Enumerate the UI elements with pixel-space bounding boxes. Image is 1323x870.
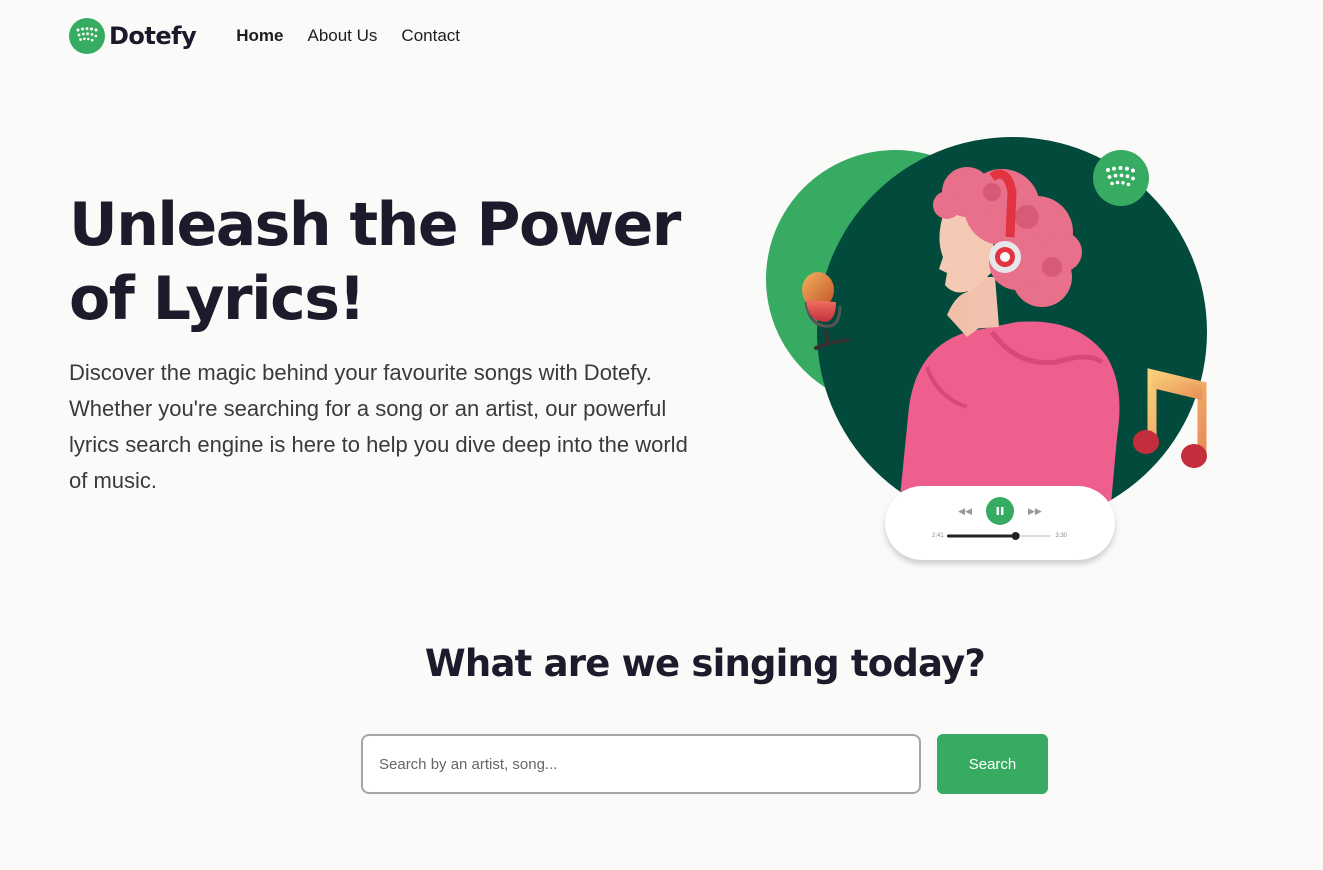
- search-button[interactable]: Search: [937, 734, 1048, 794]
- hero-description: Discover the magic behind your favourite…: [69, 360, 688, 493]
- brand-logo[interactable]: Dotefy: [69, 18, 197, 54]
- progress-slider[interactable]: [931, 530, 1069, 542]
- dotefy-badge-icon: [1093, 150, 1149, 206]
- nav-links: Home About Us Contact: [236, 26, 460, 46]
- nav-link-home[interactable]: Home: [236, 26, 283, 46]
- microphone-icon: [802, 272, 850, 350]
- hero-illustration: ◀◀ ▶▶ 2:41 3:30: [760, 130, 1220, 570]
- search-input[interactable]: [361, 734, 921, 794]
- search-heading: What are we singing today?: [424, 642, 986, 685]
- music-player-card: ◀◀ ▶▶ 2:41 3:30: [885, 486, 1115, 560]
- duration-time: 3:30: [1055, 533, 1067, 539]
- nav-link-about-us[interactable]: About Us: [307, 26, 377, 46]
- nav-link-contact[interactable]: Contact: [401, 26, 460, 46]
- dotefy-logo-icon: [69, 18, 105, 54]
- player-controls: ◀◀ ▶▶: [885, 497, 1115, 525]
- brand-name: Dotefy: [109, 22, 197, 50]
- fast-forward-icon[interactable]: ▶▶: [1028, 506, 1042, 517]
- navbar: Dotefy Home About Us Contact: [69, 18, 460, 54]
- progress-thumb[interactable]: [1011, 532, 1020, 540]
- rewind-icon[interactable]: ◀◀: [958, 506, 972, 517]
- hero-title: Unleash the Power of Lyrics!: [69, 190, 681, 334]
- pause-icon: [996, 507, 1004, 515]
- pause-button[interactable]: [986, 497, 1014, 525]
- music-note-icon: [1133, 368, 1207, 468]
